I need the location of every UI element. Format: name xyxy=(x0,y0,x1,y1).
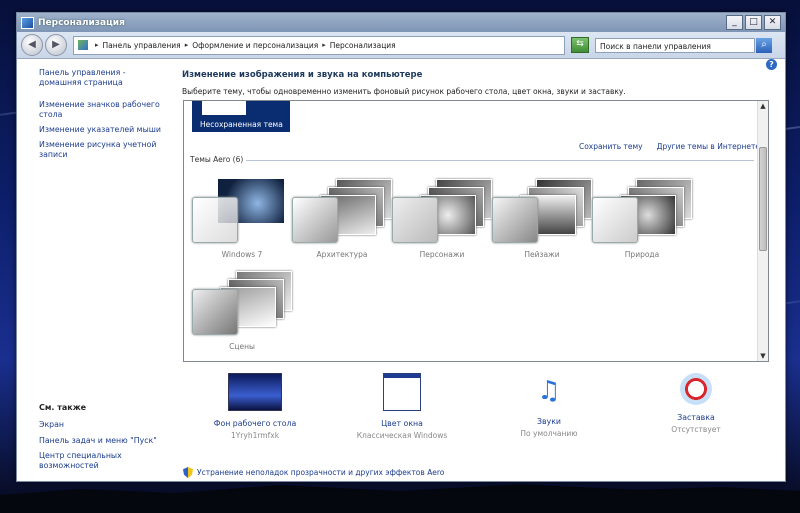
breadcrumb-control-panel[interactable]: Панель управления xyxy=(103,41,181,50)
sidebar-link-account-picture[interactable]: Изменение рисунка учетной записи xyxy=(39,140,161,160)
chevron-right-icon[interactable]: ▸ xyxy=(185,41,189,49)
sidebar: Панель управления - домашняя страница Из… xyxy=(17,59,167,481)
desktop-background-label[interactable]: Фон рабочего стола xyxy=(200,419,310,428)
theme-architecture[interactable]: Архитектура xyxy=(292,179,392,259)
unsaved-theme-label: Несохраненная тема xyxy=(200,120,283,129)
theme-characters[interactable]: Персонажи xyxy=(392,179,492,259)
page-subtitle: Выберите тему, чтобы одновременно измени… xyxy=(182,87,626,96)
theme-windows7[interactable]: Windows 7 xyxy=(192,179,292,259)
glass-color-swatch xyxy=(592,197,638,243)
theme-name: Персонажи xyxy=(419,250,465,259)
screensaver-value: Отсутствует xyxy=(671,425,721,434)
save-theme-link[interactable]: Сохранить тему xyxy=(579,142,643,151)
theme-name: Архитектура xyxy=(316,250,368,259)
desktop-background-thumbnail xyxy=(228,373,282,411)
sounds-icon: ♫ xyxy=(537,376,561,406)
search-input[interactable]: Поиск в панели управления xyxy=(595,37,755,53)
theme-name: Пейзажи xyxy=(524,250,560,259)
help-icon[interactable]: ? xyxy=(766,59,777,70)
theme-scenes[interactable]: Сцены xyxy=(192,271,292,351)
close-button[interactable]: ✕ xyxy=(764,15,781,30)
glass-color-swatch xyxy=(192,289,238,335)
unsaved-theme-tile[interactable]: Несохраненная тема xyxy=(192,101,290,132)
window-color-setting[interactable]: Цвет окна Классическая Windows xyxy=(347,373,457,440)
sidebar-link-home[interactable]: Панель управления - домашняя страница xyxy=(39,68,161,88)
shield-icon xyxy=(183,467,193,478)
scroll-thumb[interactable] xyxy=(759,147,767,251)
sounds-value: По умолчанию xyxy=(520,429,578,438)
search-icon[interactable]: ⌕ xyxy=(756,37,772,53)
glass-color-swatch xyxy=(192,197,238,243)
desktop-background-setting[interactable]: Фон рабочего стола 1Yryh1rmfxk xyxy=(200,373,310,440)
see-also-accessibility[interactable]: Центр специальных возможностей xyxy=(39,451,161,471)
back-button[interactable]: ◀ xyxy=(21,34,43,56)
page-title: Изменение изображения и звука на компьют… xyxy=(182,70,423,80)
address-bar-area: ◀ ▶ ▸ Панель управления ▸ Оформление и п… xyxy=(17,32,785,59)
theme-nature[interactable]: Природа xyxy=(592,179,692,259)
window-color-label[interactable]: Цвет окна xyxy=(347,419,457,428)
divider xyxy=(246,160,754,161)
theme-name: Windows 7 xyxy=(221,250,263,259)
see-also-taskbar[interactable]: Панель задач и меню "Пуск" xyxy=(39,436,161,446)
aero-troubleshoot-link[interactable]: Устранение неполадок прозрачности и друг… xyxy=(183,467,444,478)
sidebar-link-mouse-pointers[interactable]: Изменение указателей мыши xyxy=(39,125,161,135)
breadcrumb-personalization[interactable]: Персонализация xyxy=(330,41,396,50)
screensaver-setting[interactable]: Заставка Отсутствует xyxy=(641,373,751,434)
minimize-button[interactable]: _ xyxy=(726,15,743,30)
scroll-down-arrow[interactable]: ▼ xyxy=(758,351,768,361)
chevron-right-icon[interactable]: ▸ xyxy=(322,41,326,49)
see-also-heading: См. также xyxy=(39,403,87,412)
address-box[interactable]: ▸ Панель управления ▸ Оформление и персо… xyxy=(73,35,565,55)
sidebar-link-desktop-icons[interactable]: Изменение значков рабочего стола xyxy=(39,100,161,120)
aero-themes-heading: Темы Aero (6) xyxy=(190,155,244,164)
theme-landscapes[interactable]: Пейзажи xyxy=(492,179,592,259)
window-color-icon xyxy=(383,373,421,411)
vertical-scrollbar[interactable]: ▲ ▼ xyxy=(757,101,768,361)
sounds-setting[interactable]: ♫ Звуки По умолчанию xyxy=(494,373,604,438)
theme-list: Несохраненная тема Сохранить тему Другие… xyxy=(183,100,769,362)
screensaver-icon xyxy=(680,373,712,405)
window-title: Персонализация xyxy=(38,17,125,28)
content-area: Панель управления - домашняя страница Из… xyxy=(17,59,785,481)
online-themes-link[interactable]: Другие темы в Интернете xyxy=(657,142,760,151)
screensaver-label[interactable]: Заставка xyxy=(641,413,751,422)
breadcrumb-appearance[interactable]: Оформление и персонализация xyxy=(192,41,318,50)
title-bar: Персонализация _ □ ✕ xyxy=(17,13,785,32)
theme-name: Сцены xyxy=(229,342,255,351)
desktop-background-value: 1Yryh1rmfxk xyxy=(230,431,280,440)
sounds-label[interactable]: Звуки xyxy=(494,417,604,426)
glass-color-swatch xyxy=(292,197,338,243)
see-also-display[interactable]: Экран xyxy=(39,420,161,430)
window-color-value: Классическая Windows xyxy=(356,431,448,440)
app-icon xyxy=(21,16,34,29)
glass-color-swatch xyxy=(492,197,538,243)
theme-name: Природа xyxy=(624,250,660,259)
aero-troubleshoot-label[interactable]: Устранение неполадок прозрачности и друг… xyxy=(197,468,444,477)
glass-color-swatch xyxy=(392,197,438,243)
control-panel-icon xyxy=(78,40,88,50)
chevron-right-icon[interactable]: ▸ xyxy=(95,41,99,49)
personalization-window: Персонализация _ □ ✕ ◀ ▶ ▸ Панель управл… xyxy=(16,12,786,482)
maximize-button[interactable]: □ xyxy=(745,15,762,30)
scroll-up-arrow[interactable]: ▲ xyxy=(758,101,768,111)
unsaved-theme-thumbnail xyxy=(202,101,246,115)
refresh-button[interactable]: ⇆ xyxy=(571,37,589,53)
forward-button[interactable]: ▶ xyxy=(45,34,67,56)
